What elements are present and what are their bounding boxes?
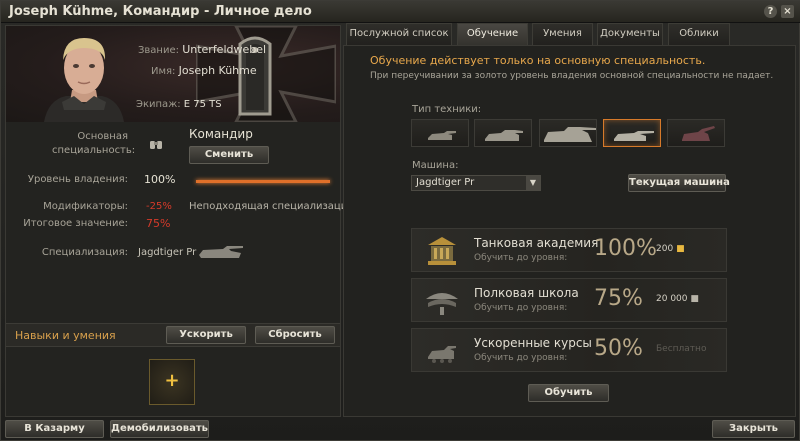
training-sub: Обучить до уровня:: [474, 353, 568, 363]
level-value: 100%: [144, 173, 176, 186]
training-name: Танковая академия: [474, 236, 599, 250]
vehicle-type-medium[interactable]: [474, 119, 532, 147]
change-specialty-button[interactable]: Сменить: [189, 146, 269, 164]
specialty-label: Основная специальность:: [52, 131, 136, 156]
tab-appearance[interactable]: Облики: [668, 23, 730, 45]
training-cost: 20 000: [656, 294, 688, 304]
rank-label: Звание:: [138, 45, 179, 56]
training-sub: Обучить до уровня:: [474, 253, 568, 263]
train-button[interactable]: Обучить: [528, 384, 609, 402]
vehicle-type-spg[interactable]: [667, 119, 725, 147]
window-title: Joseph Kühme, Командир - Личное дело: [9, 4, 312, 19]
tank-destroyer-icon: [614, 131, 654, 141]
close-window-button[interactable]: ×: [781, 5, 794, 18]
medium-tank-icon: [485, 130, 523, 141]
rank-value: Unterfeldwebel: [182, 43, 267, 56]
silver-icon: ■: [690, 294, 699, 304]
personal-file-window: Joseph Kühme, Командир - Личное дело ? ×: [0, 0, 800, 441]
vehicle-type-label: Тип техники:: [412, 104, 482, 115]
training-pct: 75%: [594, 286, 643, 311]
training-option-school[interactable]: Полковая школа Обучить до уровня: 75% 20…: [411, 278, 727, 322]
vehicle-select[interactable]: Jagdtiger Pr ▼: [411, 175, 541, 191]
chevron-down-icon: ▼: [526, 176, 540, 190]
current-vehicle-button[interactable]: Текущая машина: [628, 174, 730, 192]
gold-icon: ■: [676, 244, 685, 254]
light-tank-icon: [428, 131, 456, 140]
level-label: Уровень владения:: [27, 174, 128, 185]
crew-value: E 75 TS: [183, 99, 222, 110]
training-cost: Бесплатно: [656, 344, 707, 354]
demobilize-button[interactable]: Демобилизовать: [110, 420, 209, 438]
name-label: Имя:: [151, 66, 176, 77]
barracks-button[interactable]: В Казарму: [5, 420, 104, 438]
heavy-tank-icon: [544, 127, 596, 142]
vehicle-type-td[interactable]: [603, 119, 661, 147]
vehicle-label: Машина:: [412, 160, 459, 171]
school-icon: [426, 293, 458, 315]
name-value: Joseph Kühme: [178, 64, 257, 77]
training-name: Полковая школа: [474, 286, 579, 300]
titlebar: Joseph Kühme, Командир - Личное дело ? ×: [1, 1, 800, 23]
training-pct: 100%: [594, 236, 657, 261]
tab-service-record[interactable]: Послужной список: [346, 23, 452, 45]
academy-icon: [428, 237, 456, 265]
crew-member-panel: Звание: Unterfeldwebel Имя: Joseph Kühme…: [5, 25, 353, 417]
final-value: 75%: [146, 217, 171, 230]
modifiers-value: -25%: [146, 201, 172, 212]
crew-label: Экипаж:: [136, 99, 181, 110]
level-bar: [196, 180, 330, 183]
skills-title: Навыки и умения: [15, 329, 116, 342]
modifier-note: Неподходящая специализация: [189, 201, 354, 212]
plus-icon: +: [164, 370, 180, 391]
tab-training[interactable]: Обучение: [457, 23, 528, 45]
vehicle-select-value: Jagdtiger Pr: [416, 177, 475, 188]
close-button[interactable]: Закрыть: [712, 420, 795, 438]
training-option-courses[interactable]: Ускоренные курсы Обучить до уровня: 50% …: [411, 328, 727, 372]
tab-skills[interactable]: Умения: [532, 23, 593, 45]
training-note: При переучивании за золото уровень владе…: [370, 71, 774, 81]
training-name: Ускоренные курсы: [474, 336, 592, 350]
commander-portrait: [44, 38, 124, 122]
spec-label: Специализация:: [41, 247, 128, 258]
spec-vehicle: Jagdtiger Pr: [138, 247, 197, 258]
skills-header: Навыки и умения Ускорить Сбросить: [6, 323, 340, 347]
accelerate-button[interactable]: Ускорить: [166, 326, 246, 344]
binoculars-icon: [150, 141, 162, 149]
final-label: Итоговое значение:: [23, 218, 128, 229]
portrait-area: Звание: Unterfeldwebel Имя: Joseph Kühme…: [6, 26, 340, 122]
reset-button[interactable]: Сбросить: [255, 326, 335, 344]
add-skill-slot[interactable]: +: [149, 359, 195, 405]
tank-silhouette-icon: [199, 246, 243, 258]
courses-icon: [428, 346, 456, 363]
vehicle-type-heavy[interactable]: [539, 119, 597, 147]
help-button[interactable]: ?: [764, 5, 777, 18]
tab-documents[interactable]: Документы: [597, 23, 663, 45]
vehicle-type-light[interactable]: [411, 119, 469, 147]
modifiers-label: Модификаторы:: [43, 201, 128, 212]
level-bar-fill: [196, 180, 330, 183]
training-cost: 200: [656, 244, 674, 254]
training-option-academy[interactable]: Танковая академия Обучить до уровня: 100…: [411, 228, 727, 272]
spg-icon: [682, 126, 715, 141]
training-sub: Обучить до уровня:: [474, 303, 568, 313]
training-pct: 50%: [594, 336, 643, 361]
specialty-value: Командир: [189, 127, 253, 141]
training-headline: Обучение действует только на основную сп…: [370, 54, 706, 67]
